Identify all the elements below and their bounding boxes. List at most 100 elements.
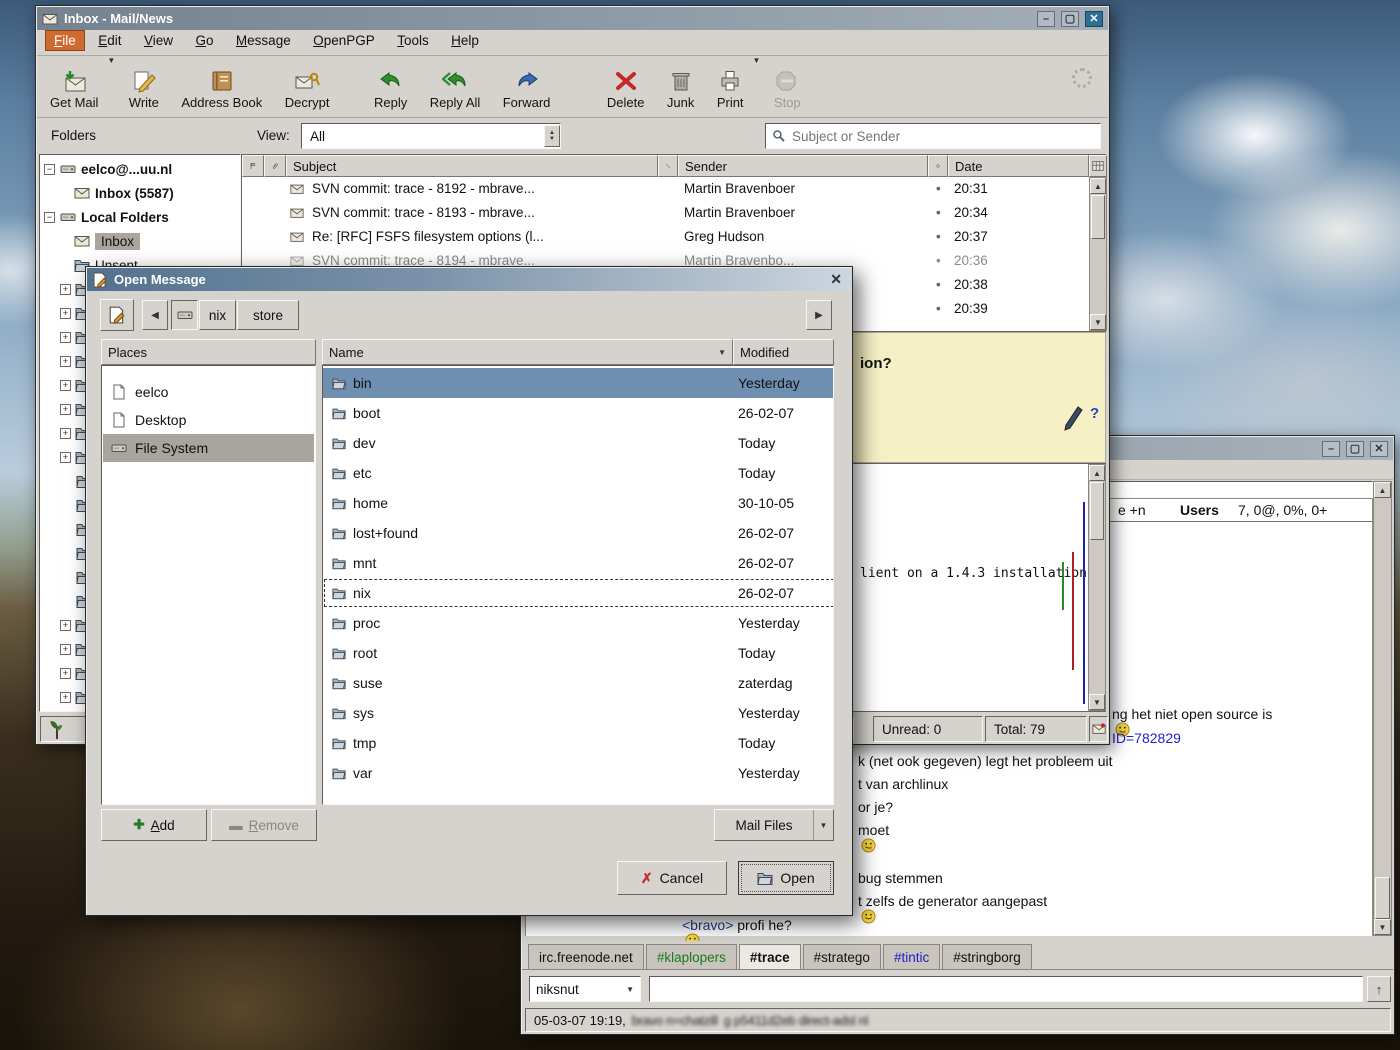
file-row[interactable]: boot26-02-07: [323, 398, 834, 428]
file-row[interactable]: tmpToday: [323, 728, 834, 758]
file-row[interactable]: devToday: [323, 428, 834, 458]
path-segment-root[interactable]: [171, 300, 198, 330]
junk-button[interactable]: Junk: [658, 56, 703, 114]
scroll-thumb[interactable]: [1091, 195, 1105, 239]
file-row[interactable]: binYesterday: [323, 368, 834, 398]
place-item-eelco[interactable]: eelco: [103, 378, 314, 406]
delete-button[interactable]: Delete: [598, 56, 654, 114]
tab-server[interactable]: irc.freenode.net: [528, 944, 644, 969]
statusbar-mail-icon-panel[interactable]: [1089, 716, 1108, 742]
column-header-attachment[interactable]: [264, 155, 286, 177]
scroll-thumb[interactable]: [1090, 482, 1104, 540]
write-button[interactable]: Write: [120, 56, 168, 114]
irc-minimize-button[interactable]: –: [1322, 441, 1340, 457]
chat-link[interactable]: ID=782829: [1112, 730, 1181, 746]
add-button[interactable]: ✚Add: [101, 809, 207, 841]
menu-edit[interactable]: Edit: [89, 30, 130, 51]
file-row[interactable]: susezaterdag: [323, 668, 834, 698]
view-dropdown[interactable]: All ▲▼: [301, 123, 561, 149]
tab-trace[interactable]: #trace: [739, 944, 801, 969]
column-header-read[interactable]: [928, 155, 948, 177]
file-row[interactable]: lost+found26-02-07: [323, 518, 834, 548]
print-dropdown-arrow[interactable]: ▼: [753, 56, 761, 65]
tab-stringborg[interactable]: #stringborg: [942, 944, 1032, 969]
column-header-sender[interactable]: Sender: [678, 155, 928, 177]
open-button[interactable]: Open: [738, 861, 834, 895]
collapse-expander-icon[interactable]: −: [44, 164, 55, 175]
tab-tintic[interactable]: #tintic: [883, 944, 940, 969]
get-mail-button[interactable]: Get Mail: [41, 56, 107, 114]
menu-openpgp[interactable]: OpenPGP: [304, 30, 384, 51]
path-scroll-right-button[interactable]: ▶: [806, 300, 832, 330]
place-item-file-system[interactable]: File System: [103, 434, 314, 462]
message-row[interactable]: SVN commit: trace - 8193 - mbrave... Mar…: [242, 201, 1089, 225]
folder-tree-item-local-folders[interactable]: − Local Folders: [44, 205, 169, 229]
nick-button[interactable]: niksnut▼: [529, 976, 641, 1002]
menu-help[interactable]: Help: [442, 30, 488, 51]
menu-go[interactable]: Go: [186, 30, 222, 51]
folder-tree-item-inbox-account[interactable]: Inbox (5587): [74, 181, 174, 205]
irc-maximize-button[interactable]: ▢: [1346, 441, 1364, 457]
file-row[interactable]: sysYesterday: [323, 698, 834, 728]
file-row[interactable]: etcToday: [323, 458, 834, 488]
address-book-button[interactable]: Address Book: [172, 56, 271, 114]
mail-maximize-button[interactable]: ▢: [1061, 11, 1079, 27]
name-column-header[interactable]: Name ▼: [322, 339, 733, 365]
file-row[interactable]: nix26-02-07: [323, 578, 834, 608]
folder-tree-item-inbox-local[interactable]: Inbox: [74, 229, 140, 253]
menu-message[interactable]: Message: [227, 30, 300, 51]
column-header-flag[interactable]: [242, 155, 264, 177]
file-row[interactable]: mnt26-02-07: [323, 548, 834, 578]
file-row[interactable]: home30-10-05: [323, 488, 834, 518]
modified-column-header[interactable]: Modified: [733, 339, 834, 365]
tab-stratego[interactable]: #stratego: [803, 944, 881, 969]
dialog-close-button[interactable]: ✕: [830, 271, 846, 288]
mail-minimize-button[interactable]: –: [1037, 11, 1055, 27]
scroll-thumb[interactable]: [1375, 877, 1390, 919]
mail-titlebar[interactable]: Inbox - Mail/News – ▢ ✕: [37, 7, 1108, 30]
file-row[interactable]: procYesterday: [323, 608, 834, 638]
path-segment-store[interactable]: store: [237, 300, 299, 330]
collapse-expander-icon[interactable]: −: [44, 212, 55, 223]
scroll-down-button[interactable]: ▼: [1090, 314, 1106, 330]
tab-klaplopers[interactable]: #klaplopers: [646, 944, 737, 969]
menu-tools[interactable]: Tools: [388, 30, 438, 51]
filter-dropdown[interactable]: Mail Files ▼: [714, 809, 834, 841]
scroll-down-button[interactable]: ▼: [1089, 694, 1105, 710]
scroll-up-button[interactable]: ▲: [1090, 178, 1106, 194]
scroll-up-button[interactable]: ▲: [1089, 465, 1105, 481]
message-row[interactable]: SVN commit: trace - 8192 - mbrave... Mar…: [242, 177, 1089, 201]
scroll-up-button[interactable]: ▲: [1374, 482, 1391, 498]
mail-close-button[interactable]: ✕: [1085, 11, 1103, 27]
file-row[interactable]: varYesterday: [323, 758, 834, 788]
forward-button[interactable]: Forward: [494, 56, 560, 114]
chat-input[interactable]: [649, 976, 1363, 1002]
file-row[interactable]: rootToday: [323, 638, 834, 668]
cancel-button[interactable]: ✗Cancel: [617, 861, 727, 895]
reply-all-button[interactable]: Reply All: [421, 56, 490, 114]
location-toggle-button[interactable]: [100, 299, 134, 331]
folder-tree-item-account[interactable]: − eelco@...uu.nl: [44, 157, 172, 181]
column-header-date[interactable]: Date: [948, 155, 1089, 177]
decrypt-button[interactable]: Decrypt: [276, 56, 339, 114]
menu-view[interactable]: View: [135, 30, 182, 51]
body-scrollbar[interactable]: ▲ ▼: [1088, 464, 1106, 711]
column-header-thread[interactable]: [658, 155, 678, 177]
message-row[interactable]: Re: [RFC] FSFS filesystem options (l... …: [242, 225, 1089, 249]
dialog-titlebar[interactable]: Open Message ✕: [87, 268, 851, 291]
column-header-subject[interactable]: Subject: [286, 155, 658, 177]
get-mail-dropdown-arrow[interactable]: ▼: [107, 56, 115, 65]
path-scroll-left-button[interactable]: ◀: [142, 300, 168, 330]
irc-close-button[interactable]: ✕: [1370, 441, 1388, 457]
message-list-scrollbar[interactable]: ▲ ▼: [1089, 177, 1107, 331]
view-dropdown-arrows[interactable]: ▲▼: [544, 125, 560, 147]
path-segment-nix[interactable]: nix: [199, 300, 236, 330]
remove-button[interactable]: ▬Remove: [211, 809, 317, 841]
history-up-button[interactable]: ↑: [1367, 976, 1391, 1002]
place-item-desktop[interactable]: Desktop: [103, 406, 314, 434]
stop-button[interactable]: Stop: [765, 56, 810, 114]
menu-file[interactable]: File: [45, 30, 85, 51]
column-picker-button[interactable]: [1089, 155, 1107, 177]
scroll-down-button[interactable]: ▼: [1374, 919, 1391, 935]
irc-scrollbar[interactable]: ▲ ▼: [1373, 481, 1392, 936]
